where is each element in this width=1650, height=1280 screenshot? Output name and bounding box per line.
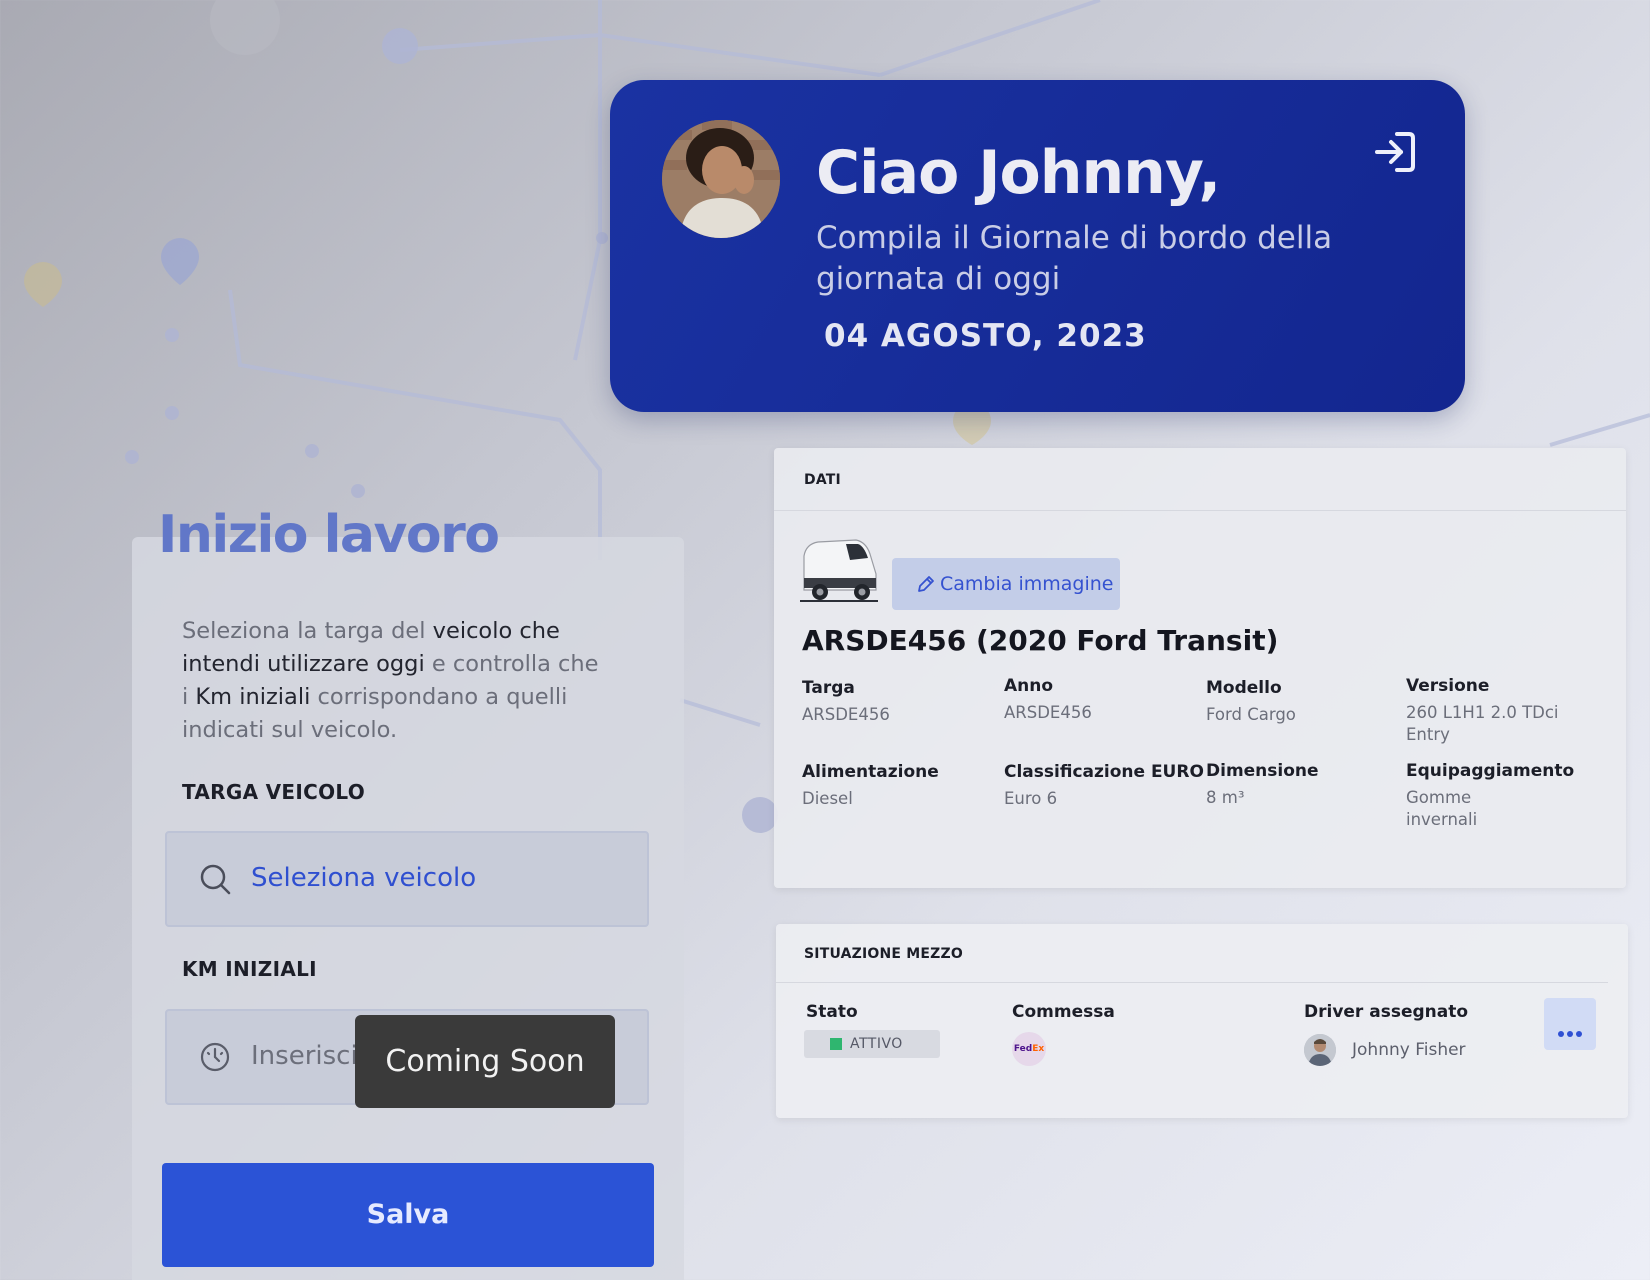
search-icon <box>200 864 231 895</box>
vehicle-select-placeholder: Seleziona veicolo <box>251 863 477 893</box>
situazione-header: SITUAZIONE MEZZO <box>804 946 963 962</box>
dot <box>1558 1031 1564 1037</box>
driver-label: Driver assegnato <box>1304 1002 1469 1022</box>
driver-name: Johnny Fisher <box>1352 1040 1466 1060</box>
start-work-title: Inizio lavoro <box>158 505 500 565</box>
change-image-label: Cambia immagine <box>940 573 1114 595</box>
spec-key: Anno <box>1004 676 1054 696</box>
stato-label: Stato <box>806 1002 858 1022</box>
spec-targa: Targa ARSDE456 <box>802 678 1002 726</box>
pencil-icon <box>918 576 934 592</box>
vehicle-data-card: DATI Cambia immagine ARSDE456 (2020 Ford… <box>774 448 1626 888</box>
spec-key: Modello <box>1206 678 1282 698</box>
status-text: ATTIVO <box>850 1036 903 1052</box>
spec-value: Ford Cargo <box>1206 705 1296 724</box>
km-input-placeholder: Inserisci km <box>251 1041 361 1071</box>
change-image-button[interactable]: Cambia immagine <box>892 558 1120 610</box>
spec-dimensione: Dimensione 8 m³ <box>1206 761 1406 809</box>
spec-key: Dimensione <box>1206 761 1319 781</box>
spec-key: Equipaggiamento <box>1406 761 1575 781</box>
more-options-button[interactable] <box>1544 998 1596 1050</box>
dati-header: DATI <box>804 472 841 488</box>
user-avatar <box>662 120 780 238</box>
spec-value: 8 m³ <box>1206 788 1245 807</box>
greeting-card: Ciao Johnny, Compila il Giornale di bord… <box>610 80 1465 412</box>
spec-versione: Versione 260 L1H1 2.0 TDci Entry <box>1406 676 1566 746</box>
vehicle-status-card: SITUAZIONE MEZZO Stato ATTIVO Commessa F… <box>776 924 1628 1118</box>
spec-equipaggiamento: Equipaggiamento Gomme invernali <box>1406 761 1575 831</box>
plate-label: TARGA VEICOLO <box>182 780 366 804</box>
start-work-intro: Seleziona la targa del veicolo che inten… <box>182 615 602 747</box>
driver-column: Driver assegnato <box>1304 1002 1468 1022</box>
logout-icon[interactable] <box>1373 130 1417 174</box>
divider <box>774 510 1626 511</box>
start-work-panel: Seleziona la targa del veicolo che inten… <box>132 537 684 1280</box>
dot <box>1567 1031 1573 1037</box>
logo-fe: Fed <box>1013 1044 1033 1054</box>
greeting-date: 04 AGOSTO, 2023 <box>824 318 1147 354</box>
spec-value: 260 L1H1 2.0 TDci Entry <box>1406 703 1559 744</box>
commessa-column: Commessa <box>1012 1002 1115 1022</box>
status-dot <box>830 1038 842 1050</box>
fedex-logo: FedEx <box>1012 1032 1046 1066</box>
spec-key: Targa <box>802 678 855 698</box>
spec-value: Gomme invernali <box>1406 788 1478 829</box>
coming-soon-tooltip: Coming Soon <box>355 1015 615 1108</box>
spec-value: ARSDE456 <box>802 705 890 724</box>
divider <box>776 982 1608 983</box>
commessa-label: Commessa <box>1012 1002 1115 1022</box>
spec-key: Alimentazione <box>802 762 939 782</box>
driver-avatar <box>1304 1034 1336 1066</box>
intro-text-emphasis: Km iniziali <box>195 684 311 710</box>
spec-key: Versione <box>1406 676 1490 696</box>
greeting-subtitle: Compila il Giornale di bordo della giorn… <box>816 220 1333 297</box>
spec-value: Euro 6 <box>1004 789 1058 808</box>
greeting-title: Ciao Johnny, <box>816 138 1221 208</box>
save-button[interactable]: Salva <box>162 1163 654 1267</box>
status-badge: ATTIVO <box>804 1030 940 1058</box>
intro-text: Seleziona la targa del <box>182 618 433 644</box>
spec-anno: Anno ARSDE456 <box>1004 676 1204 724</box>
logo-ex: Ex <box>1032 1044 1045 1054</box>
dot <box>1576 1031 1582 1037</box>
speedometer-icon <box>200 1042 230 1072</box>
van-image <box>800 539 878 602</box>
spec-value: ARSDE456 <box>1004 703 1092 722</box>
vehicle-select-input[interactable]: Seleziona veicolo <box>165 831 649 927</box>
spec-modello: Modello Ford Cargo <box>1206 678 1406 726</box>
spec-value: Diesel <box>802 789 853 808</box>
spec-alimentazione: Alimentazione Diesel <box>802 762 1002 810</box>
vehicle-title: ARSDE456 (2020 Ford Transit) <box>802 624 1279 657</box>
spec-classificazione-euro: Classificazione EURO Euro 6 <box>1004 762 1204 810</box>
km-label: KM INIZIALI <box>182 957 317 981</box>
stato-column: Stato <box>806 1002 858 1022</box>
spec-key: Classificazione EURO <box>1004 762 1204 782</box>
